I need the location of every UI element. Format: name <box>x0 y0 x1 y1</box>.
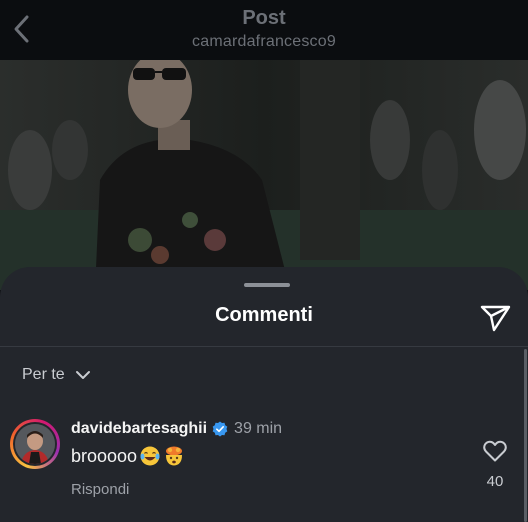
chevron-down-icon <box>75 371 90 379</box>
comment-text: brooooo <box>71 445 185 467</box>
scrollbar[interactable] <box>524 349 527 522</box>
comment-header: davidebartesaghii 39 min <box>71 419 282 439</box>
comment-timestamp: 39 min <box>234 420 283 437</box>
comment-item: davidebartesaghii 39 min brooooo Rispond… <box>0 412 528 512</box>
page-title: Post <box>242 7 286 29</box>
share-button[interactable] <box>478 301 512 333</box>
drag-handle[interactable] <box>244 283 290 287</box>
comment-body: brooooo <box>71 445 138 466</box>
comments-title: Commenti <box>215 304 313 326</box>
top-bar: Post camardafrancesco9 <box>0 0 528 60</box>
like-count: 40 <box>486 473 504 490</box>
tears-of-joy-emoji <box>140 446 160 466</box>
like-button[interactable] <box>482 439 508 463</box>
comment-sort-dropdown[interactable]: Per te <box>22 363 91 387</box>
exploding-head-emoji <box>166 446 183 466</box>
heart-icon <box>483 440 507 462</box>
divider <box>0 346 528 347</box>
comment-username[interactable]: davidebartesaghii <box>71 420 207 438</box>
verified-badge-icon <box>212 421 228 437</box>
sort-label: Per te <box>22 366 65 383</box>
reply-button[interactable]: Rispondi <box>71 481 129 498</box>
post-author-username[interactable]: camardafrancesco9 <box>0 33 528 51</box>
avatar-image <box>15 424 55 464</box>
avatar[interactable] <box>10 419 60 469</box>
comments-sheet: Commenti Per te davidebartesaghii 39 min… <box>0 267 528 522</box>
post-image <box>0 60 528 290</box>
send-icon <box>480 305 511 332</box>
